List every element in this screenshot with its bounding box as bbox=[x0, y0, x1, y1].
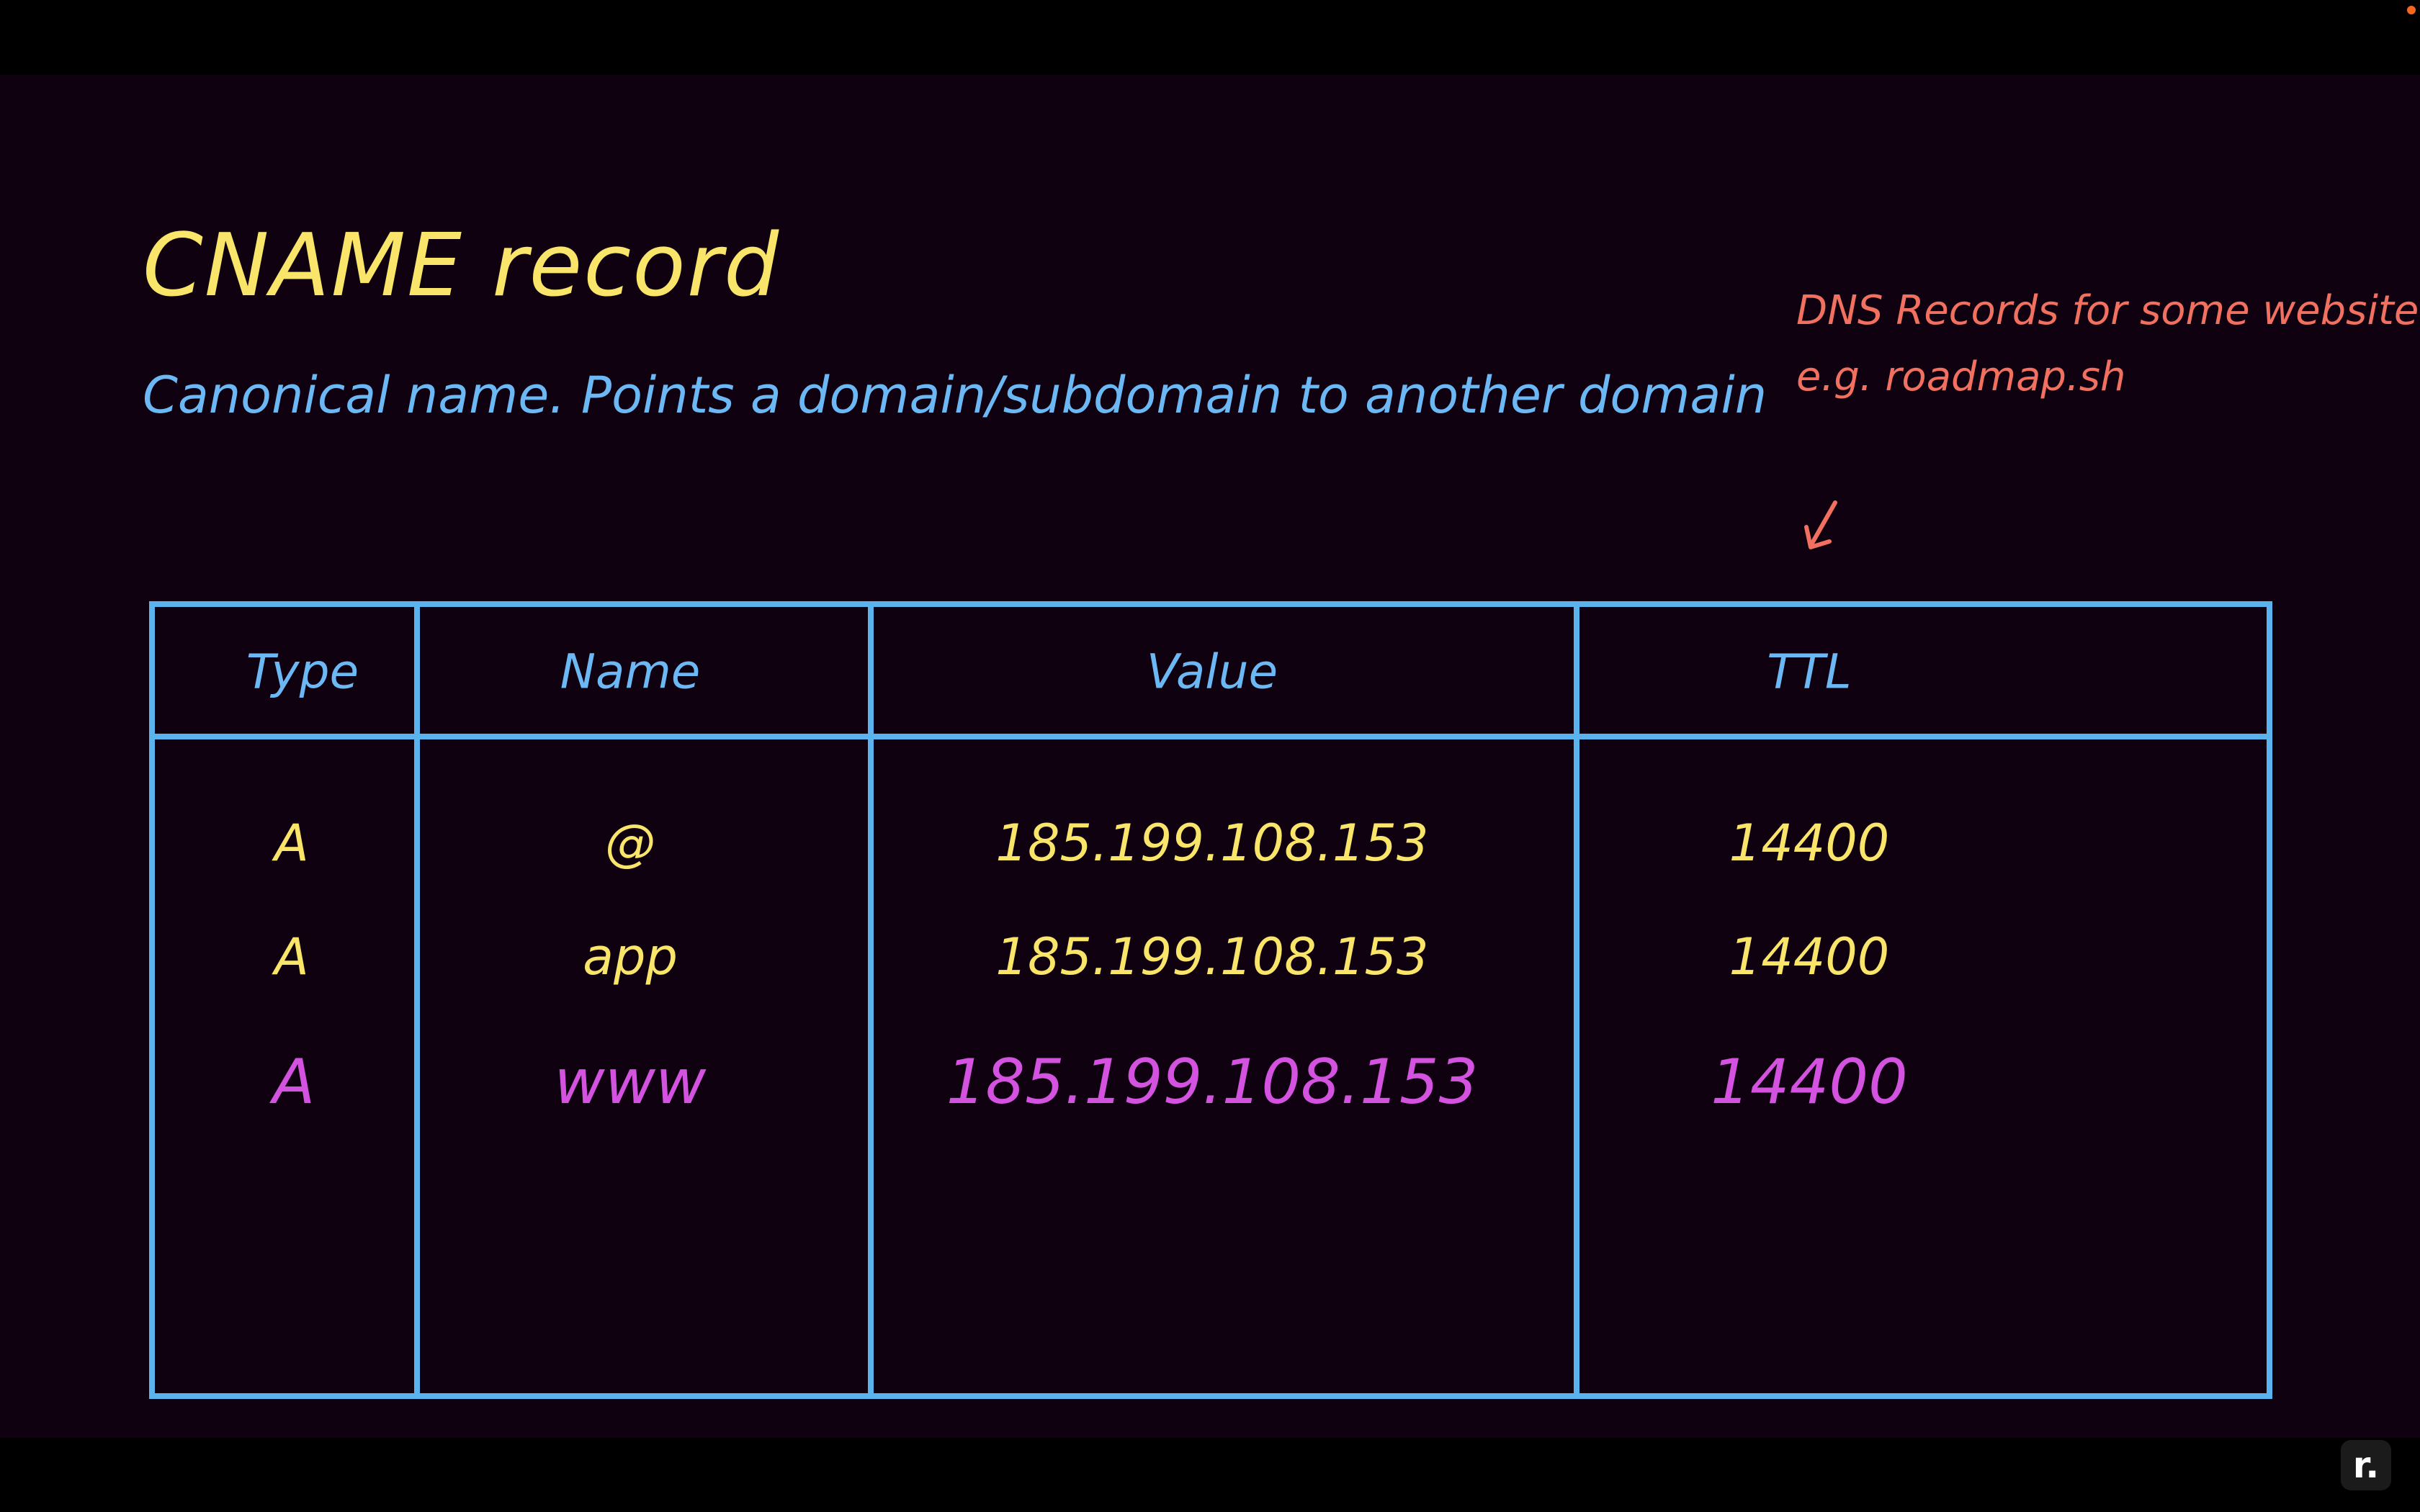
header-value: Value bbox=[1146, 644, 1278, 700]
header-ttl: TTL bbox=[1767, 644, 1852, 700]
row-3-type: A bbox=[272, 1046, 315, 1118]
row-2-name: app bbox=[583, 927, 678, 986]
header-type: Type bbox=[246, 644, 359, 700]
row-2-value: 185.199.108.153 bbox=[995, 927, 1429, 986]
annotation-note: DNS Records for some website e.g. roadma… bbox=[1796, 278, 2419, 410]
note-line-2: e.g. roadmap.sh bbox=[1796, 354, 2126, 400]
arrow-down-left-icon bbox=[1804, 500, 1837, 549]
row-1-value: 185.199.108.153 bbox=[995, 814, 1429, 873]
bottom-bar: r. bbox=[0, 1438, 2420, 1512]
column-divider bbox=[868, 607, 874, 1393]
slide: CNAME record Canonical name. Points a do… bbox=[0, 75, 2420, 1438]
top-bar bbox=[0, 0, 2420, 75]
row-3-value: 185.199.108.153 bbox=[946, 1046, 1479, 1118]
row-2-ttl: 14400 bbox=[1729, 927, 1890, 986]
column-divider bbox=[414, 607, 420, 1393]
note-line-1: DNS Records for some website bbox=[1796, 287, 2419, 334]
row-3-ttl: 14400 bbox=[1711, 1046, 1908, 1118]
row-1-ttl: 14400 bbox=[1729, 814, 1890, 873]
header-divider bbox=[155, 734, 2267, 739]
row-1-name: @ bbox=[605, 814, 655, 873]
slide-subtitle: Canonical name. Points a domain/subdomai… bbox=[143, 366, 1767, 425]
recording-indicator bbox=[2407, 6, 2416, 14]
dns-records-table: Type Name Value TTL A @ 185.199.108.153 … bbox=[149, 601, 2272, 1399]
brand-logo: r. bbox=[2341, 1440, 2391, 1490]
row-2-type: A bbox=[274, 927, 309, 986]
row-3-name: www bbox=[554, 1046, 707, 1118]
row-1-type: A bbox=[274, 814, 309, 873]
slide-title: CNAME record bbox=[143, 216, 781, 316]
column-divider bbox=[1574, 607, 1579, 1393]
header-name: Name bbox=[560, 644, 701, 700]
